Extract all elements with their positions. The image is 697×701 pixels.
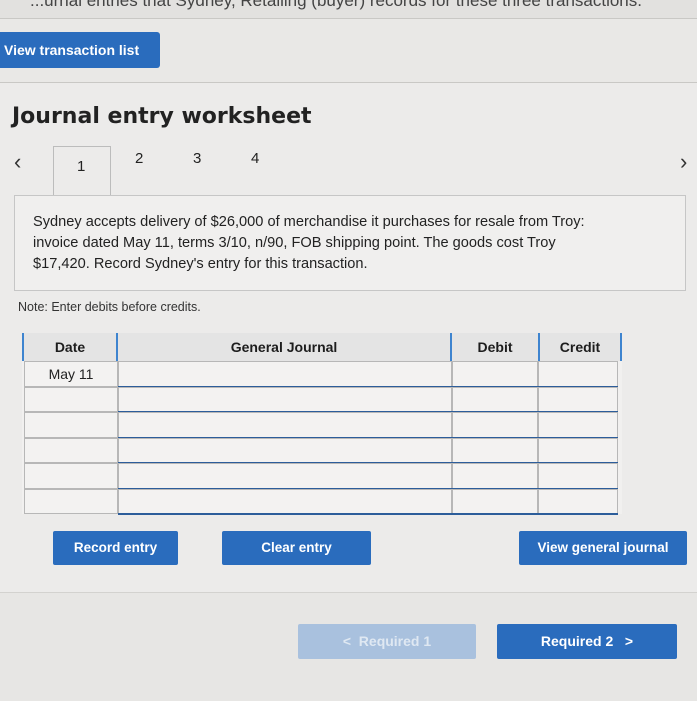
date-cell[interactable] (24, 412, 118, 438)
header-date: Date (24, 333, 116, 361)
clear-entry-button[interactable]: Clear entry (222, 531, 371, 565)
debit-input[interactable] (452, 463, 538, 489)
account-input[interactable] (118, 412, 452, 438)
required-1-button[interactable]: < Required 1 (298, 624, 476, 659)
top-instructions-text: ...urnal entries that Sydney, Retailing … (30, 0, 642, 10)
date-cell[interactable] (24, 437, 118, 463)
account-input[interactable] (118, 488, 452, 514)
credit-input[interactable] (538, 412, 618, 438)
tab-4[interactable]: 4 (251, 150, 259, 167)
account-input[interactable] (118, 386, 452, 412)
record-entry-button[interactable]: Record entry (53, 531, 178, 565)
view-general-journal-button[interactable]: View general journal (519, 531, 687, 565)
debit-input[interactable] (452, 412, 538, 438)
credit-input[interactable] (538, 361, 618, 387)
credit-input[interactable] (538, 437, 618, 463)
debit-input[interactable] (452, 437, 538, 463)
next-arrow-icon: > (624, 633, 634, 649)
note-text: Note: Enter debits before credits. (18, 300, 201, 314)
tab-2[interactable]: 2 (135, 150, 143, 167)
date-cell[interactable]: May 11 (24, 361, 118, 387)
date-cell[interactable] (24, 463, 118, 489)
header-general-journal: General Journal (118, 333, 450, 361)
row-divider (118, 513, 618, 515)
chevron-left-icon[interactable]: ‹ (14, 151, 21, 173)
question-box: Sydney accepts delivery of $26,000 of me… (14, 195, 686, 291)
journal-table: Date General Journal Debit Credit May 11 (22, 333, 622, 515)
account-input[interactable] (118, 437, 452, 463)
required-2-label: Required 2 (540, 633, 614, 649)
chevron-right-icon[interactable]: › (680, 151, 687, 173)
date-cell[interactable] (24, 386, 118, 412)
tab-1[interactable]: 1 (53, 146, 111, 197)
prev-arrow-icon: < (342, 633, 352, 649)
tab-3[interactable]: 3 (193, 150, 201, 167)
required-1-label: Required 1 (358, 633, 432, 649)
debit-input[interactable] (452, 488, 538, 514)
header-credit: Credit (540, 333, 620, 361)
view-transaction-list-button[interactable]: View transaction list (0, 32, 160, 68)
header-debit: Debit (452, 333, 538, 361)
required-2-button[interactable]: Required 2 > (497, 624, 677, 659)
debit-input[interactable] (452, 386, 538, 412)
account-input[interactable] (118, 361, 452, 387)
page-title: Journal entry worksheet (12, 104, 312, 129)
credit-input[interactable] (538, 488, 618, 514)
date-cell[interactable] (24, 488, 118, 514)
question-text: Sydney accepts delivery of $26,000 of me… (33, 214, 585, 272)
account-input[interactable] (118, 463, 452, 489)
tab-1-label: 1 (77, 158, 86, 175)
top-instructions-strip: ...urnal entries that Sydney, Retailing … (0, 0, 697, 19)
credit-input[interactable] (538, 463, 618, 489)
credit-input[interactable] (538, 386, 618, 412)
debit-input[interactable] (452, 361, 538, 387)
